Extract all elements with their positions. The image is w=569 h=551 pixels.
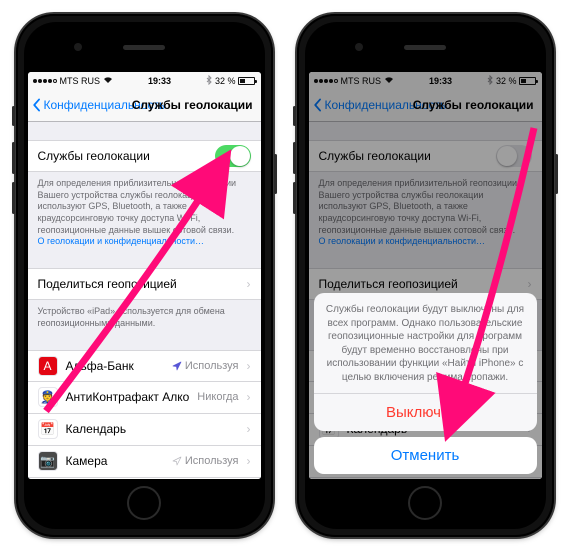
app-row[interactable]: 👮 АнтиКонтрафакт Алко Никогда › <box>28 382 261 414</box>
status-bar: MTS RUS 19:33 32 % <box>28 72 261 89</box>
app-icon: А <box>38 356 58 376</box>
signal-strength-icon <box>33 79 57 83</box>
location-arrow-icon <box>172 456 182 466</box>
chevron-right-icon: › <box>247 390 251 404</box>
screen: MTS RUS 19:33 32 % Конфиденци <box>28 72 261 479</box>
action-sheet: Службы геолокации будут выключены для вс… <box>314 293 537 431</box>
app-name: Календарь <box>66 422 231 436</box>
chevron-right-icon: › <box>247 422 251 436</box>
bluetooth-icon <box>206 75 212 87</box>
app-permission-value: Используя <box>172 360 239 372</box>
app-name: АнтиКонтрафакт Алко <box>66 390 190 404</box>
battery-icon <box>238 77 255 85</box>
action-sheet-message: Службы геолокации будут выключены для вс… <box>314 293 537 394</box>
app-row[interactable]: 📷 Камера Используя › <box>28 446 261 478</box>
app-icon: 📷 <box>38 451 58 471</box>
app-permission-value: Используя <box>172 455 239 467</box>
app-icon: 📅 <box>38 419 58 439</box>
app-row[interactable]: А Альфа-Банк Используя › <box>28 350 261 382</box>
navbar: Конфиденциальность Службы геолокации <box>28 89 261 122</box>
toggle-label: Службы геолокации <box>38 149 207 163</box>
chevron-right-icon: › <box>247 277 251 291</box>
chevron-right-icon: › <box>247 359 251 373</box>
screen: MTS RUS 19:33 32 % Конфиденци <box>309 72 542 479</box>
app-list: А Альфа-Банк Используя › 👮 АнтиКонтрафакт Алк… <box>28 350 261 480</box>
wifi-icon <box>103 76 113 86</box>
app-row[interactable]: 🧭Сайты SafariИспользуя› <box>28 478 261 480</box>
carrier-label: MTS RUS <box>60 76 101 86</box>
app-name: Альфа-Банк <box>66 359 164 373</box>
app-icon: 👮 <box>38 387 58 407</box>
iphone-left: MTS RUS 19:33 32 % Конфиденци <box>16 14 273 537</box>
cancel-button[interactable]: Отменить <box>314 437 537 474</box>
modal-overlay: Службы геолокации будут выключены для вс… <box>309 72 542 479</box>
about-location-privacy-link[interactable]: О геолокации и конфиденциальности… <box>38 236 205 246</box>
chevron-right-icon: › <box>247 454 251 468</box>
location-services-toggle-row[interactable]: Службы геолокации <box>28 140 261 172</box>
location-arrow-icon <box>172 361 182 371</box>
app-permission-value: Никогда <box>197 391 238 403</box>
page-title: Службы геолокации <box>132 98 253 112</box>
share-location-row[interactable]: Поделиться геопозицией › <box>28 268 261 300</box>
location-services-note: Для определения приблизительной геопозиц… <box>28 172 261 250</box>
app-row[interactable]: 📅 Календарь › <box>28 414 261 446</box>
iphone-right: MTS RUS 19:33 32 % Конфиденци <box>297 14 554 537</box>
share-location-label: Поделиться геопозицией <box>38 277 239 291</box>
clock: 19:33 <box>148 76 171 86</box>
toggle-switch[interactable] <box>215 145 251 167</box>
chevron-left-icon <box>32 98 42 112</box>
turn-off-button[interactable]: Выключить <box>314 394 537 431</box>
battery-pct: 32 % <box>215 76 236 86</box>
app-name: Камера <box>66 454 164 468</box>
share-location-note: Устройство «iPad» используется для обмен… <box>28 300 261 331</box>
